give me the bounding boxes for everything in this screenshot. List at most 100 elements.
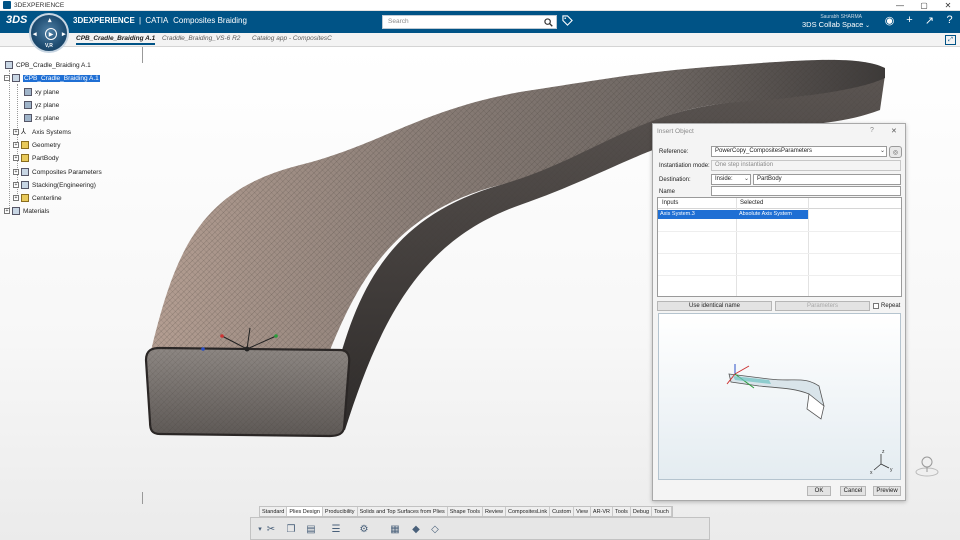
reference-dropdown[interactable]: PowerCopy_CompositesParameters ⌄ [711,146,887,157]
cancel-button[interactable]: Cancel [840,486,866,496]
collapse-icon[interactable]: − [4,75,10,81]
expand-node-icon[interactable]: + [4,208,10,214]
tree-item-partbody[interactable]: + PartBody [13,154,59,162]
maximize-button[interactable]: ▢ [912,0,936,11]
tree-divider[interactable] [142,47,143,63]
tree-item-yz-plane[interactable]: yz plane [24,101,59,109]
collab-space[interactable]: 3DS Collab Space [802,20,863,29]
user-area[interactable]: Saurabh SHARMA 3DS Collab Space ⌄ [770,14,870,29]
tree-item-materials[interactable]: + Materials [4,207,49,215]
expand-icon[interactable]: ⤢ [945,35,956,45]
tab-view[interactable]: View [574,507,591,516]
expand-node-icon[interactable]: + [13,142,19,148]
close-button[interactable]: ✕ [936,0,960,11]
copy-icon[interactable]: ❐ [284,522,298,536]
tab-catalog-app[interactable]: Catalog app - CompositesC [252,35,332,42]
tree-part-label: CPB_Cradle_Braiding A.1 [23,74,100,82]
tree-item-label: xy plane [35,88,60,96]
materials-icon [12,207,20,215]
parameters-button[interactable]: Parameters [775,301,870,311]
play-icon[interactable]: ▶ [45,28,57,40]
search-icon[interactable] [540,15,557,29]
tab-solids-and-top-surfaces[interactable]: Solids and Top Surfaces from Plies [358,507,448,516]
preview-button[interactable]: Preview [873,486,901,496]
list-icon[interactable]: ☰ [329,522,343,536]
share-icon[interactable]: ↗ [923,14,936,27]
top-icons: ◉ + ↗ ? [883,14,956,27]
repeat-checkbox[interactable] [873,303,879,309]
tree-part[interactable]: − CPB_Cradle_Braiding A.1 [4,74,100,82]
row-divider [658,253,901,254]
tree-item-composites-parameters[interactable]: + Composites Parameters [13,168,102,176]
ds-logo-icon[interactable]: 3DS [6,14,27,26]
tree-item-stacking[interactable]: + Stacking(Engineering) [13,181,96,189]
tab-tools[interactable]: Tools [613,507,631,516]
repeat-label: Repeat [881,303,901,309]
tab-custom[interactable]: Custom [550,507,575,516]
expand-node-icon[interactable]: + [13,129,19,135]
tab-cpb-cradle[interactable]: CPB_Cradle_Braiding A.1 [76,35,156,45]
dialog-title: Insert Object [657,128,694,135]
expand-node-icon[interactable]: + [13,182,19,188]
tab-plies-design[interactable]: Plies Design [287,507,323,516]
column-header-selected[interactable]: Selected [740,200,763,206]
table-icon[interactable]: ▦ [388,522,402,536]
destination-mode-dropdown[interactable]: Inside: ⌄ [711,174,751,185]
expand-node-icon[interactable]: + [13,155,19,161]
action-bar-tabs: Standard Plies Design Producibility Soli… [259,506,673,517]
tree-root[interactable]: CPB_Cradle_Braiding A.1 [5,61,91,69]
column-header-inputs[interactable]: Inputs [662,200,678,206]
instantiation-dropdown[interactable]: One step instantiation [711,160,901,171]
centerline-icon [21,194,29,202]
tab-craddle-vs6[interactable]: Craddle_Braiding_VS-6 R2 [162,35,240,42]
tree-item-geometry[interactable]: + Geometry [13,141,61,149]
settings-icon[interactable]: ⚙ [357,522,371,536]
tree-item-zx-plane[interactable]: zx plane [24,114,59,122]
plus-icon[interactable]: + [903,14,916,27]
minimize-button[interactable]: — [888,0,912,11]
compass-icon[interactable]: ▴ ◂ ▸ ▶ V,R [29,13,69,53]
use-identical-name-button[interactable]: Use identical name [657,301,772,311]
surface-icon[interactable]: ◇ [428,522,442,536]
tab-standard[interactable]: Standard [260,507,288,516]
destination-value: PartBody [757,176,782,182]
user-icon[interactable]: ◉ [883,14,896,27]
body-icon [21,154,29,162]
part-icon [12,74,20,82]
expand-node-icon[interactable]: + [13,169,19,175]
tab-compositeslink[interactable]: CompositesLink [506,507,551,516]
destination-field[interactable]: PartBody [753,174,901,185]
expand-node-icon[interactable]: + [13,195,19,201]
help-icon[interactable]: ? [943,14,956,27]
destination-label: Destination: [659,177,691,183]
tab-ar-vr[interactable]: AR-VR [591,507,614,516]
tab-debug[interactable]: Debug [631,507,653,516]
preview-viewer[interactable]: z y x [658,313,901,480]
tree-item-xy-plane[interactable]: xy plane [24,88,59,96]
brand-separator: | [139,16,142,25]
paste-icon[interactable]: ▤ [304,522,318,536]
name-field[interactable] [711,186,901,196]
tag-icon[interactable] [562,15,573,29]
tree-item-axis-systems[interactable]: + ⅄ Axis Systems [13,128,71,136]
close-icon[interactable]: ✕ [891,127,897,135]
tab-touch[interactable]: Touch [652,507,672,516]
tab-shape-tools[interactable]: Shape Tools [448,507,483,516]
search-input[interactable]: Search [382,15,557,29]
tab-review[interactable]: Review [483,507,506,516]
tree-item-centerline[interactable]: + Centerline [13,194,62,202]
ok-button[interactable]: OK [807,486,831,496]
brand-app: CATIA [145,16,168,25]
tree-divider-bottom[interactable] [142,492,143,504]
help-icon[interactable]: ? [870,127,874,134]
window-titlebar: 3DEXPERIENCE — ▢ ✕ [0,0,960,11]
tab-producibility[interactable]: Producibility [323,507,358,516]
inputs-table[interactable]: Inputs Selected Axis System.3 Absolute A… [657,197,902,297]
cut-icon[interactable]: ✂ [264,522,278,536]
plies-icon[interactable]: ◆ [409,522,423,536]
catalog-browser-icon[interactable]: ◎ [889,146,902,158]
table-row[interactable]: Axis System.3 Absolute Axis System [658,210,808,219]
assistant-icon[interactable] [914,452,940,478]
svg-text:z: z [882,449,885,455]
window-controls: — ▢ ✕ [888,0,960,11]
